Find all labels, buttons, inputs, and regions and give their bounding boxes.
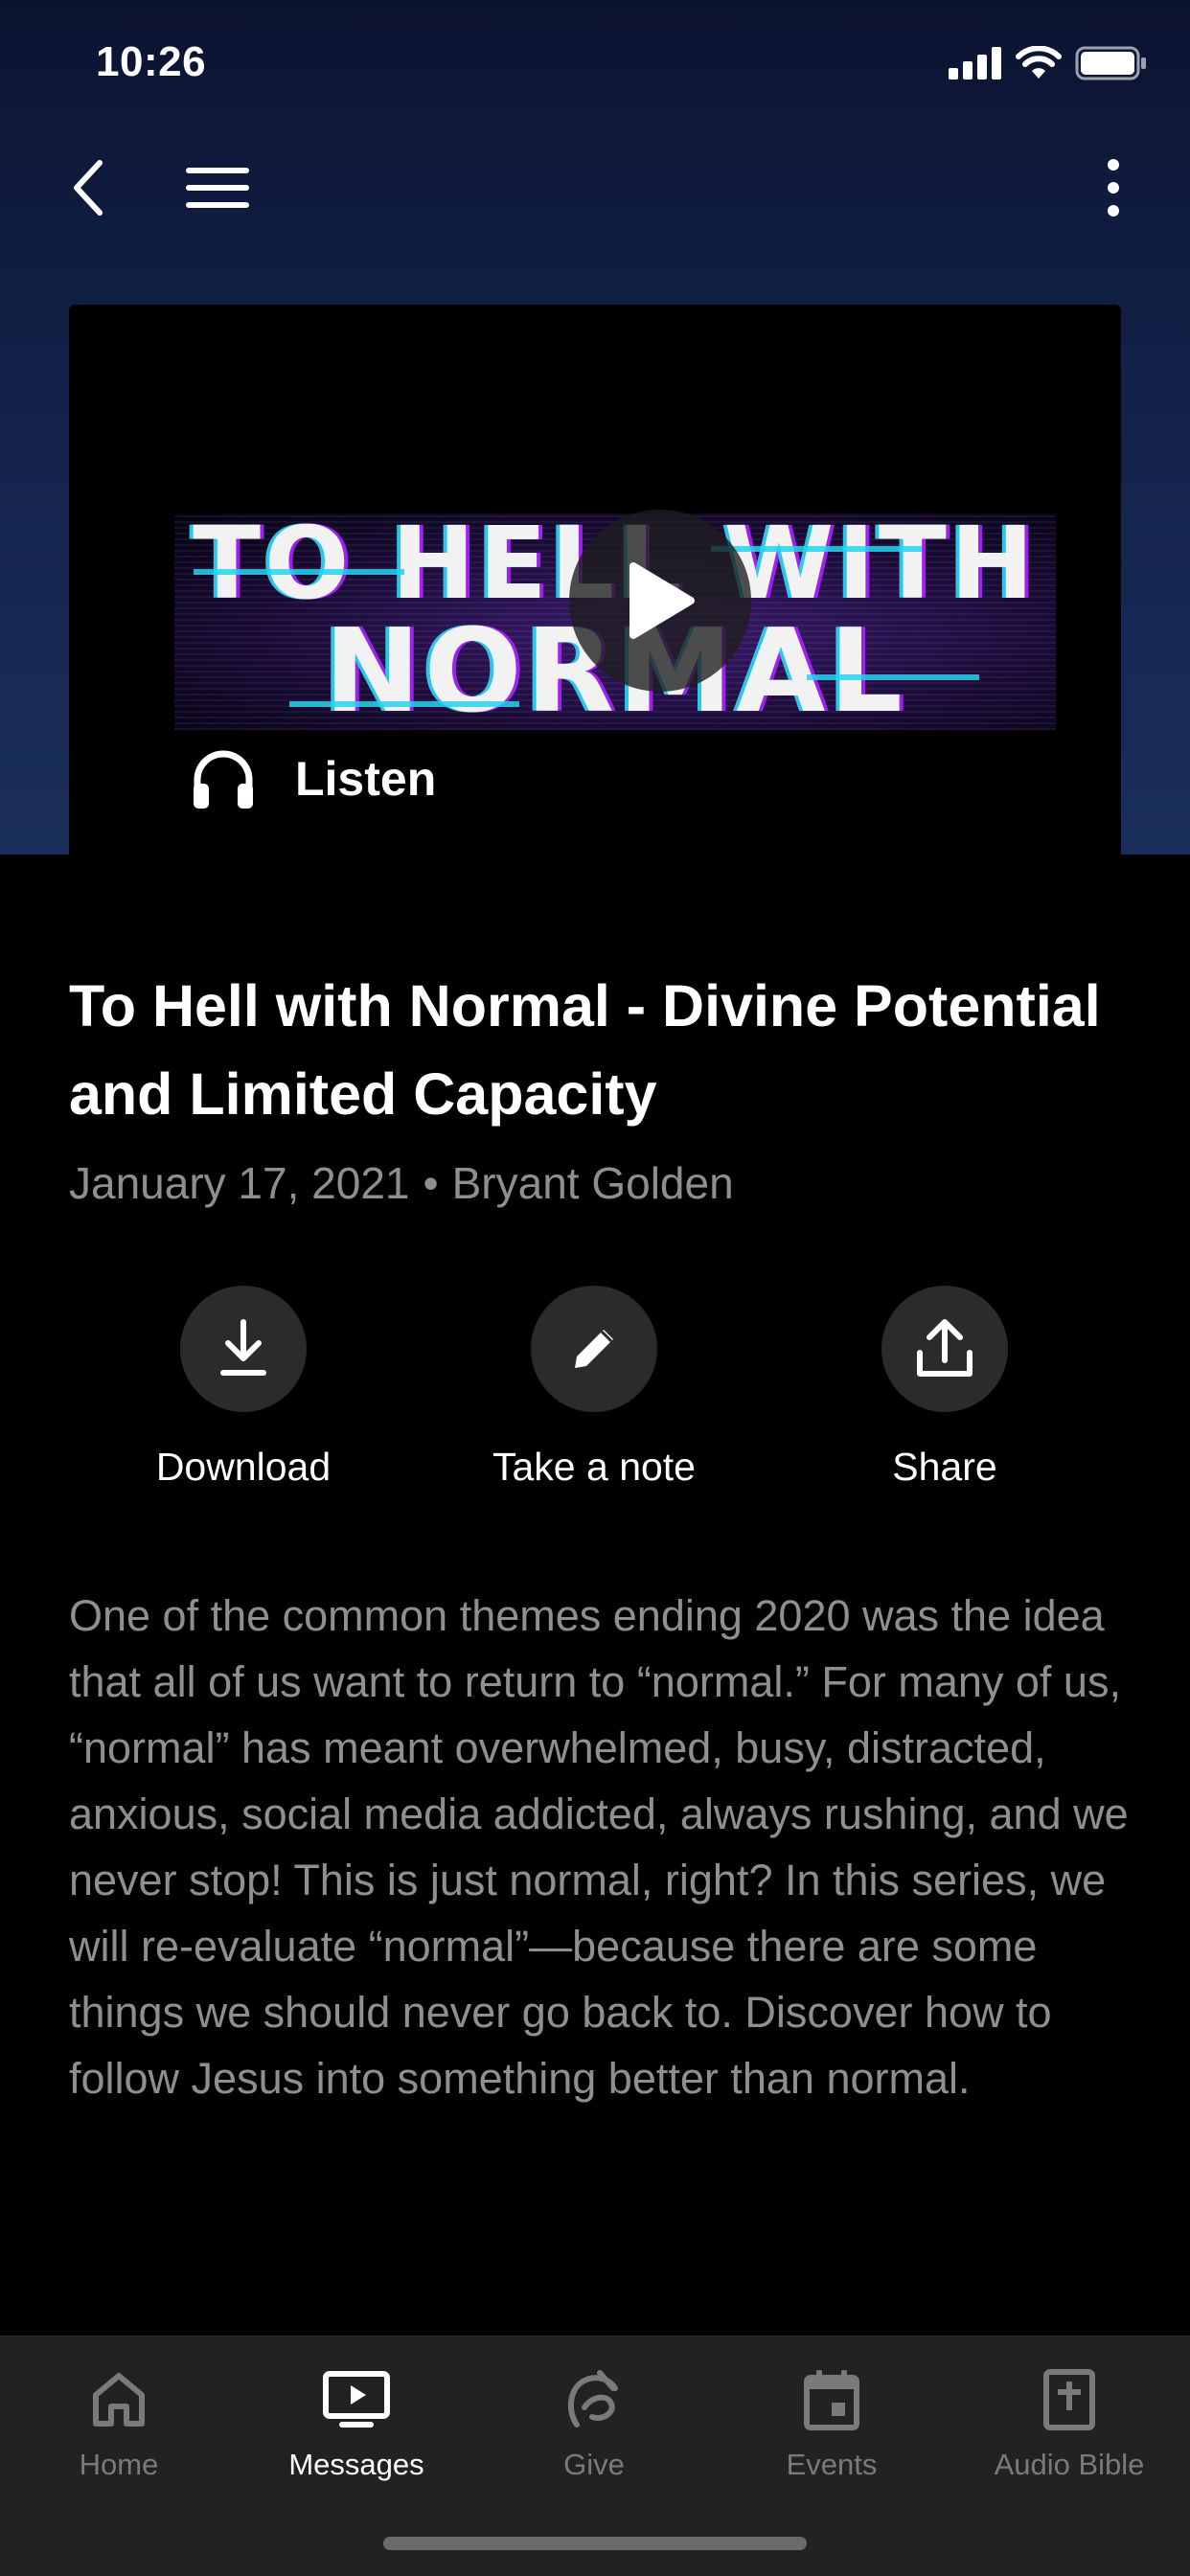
home-indicator[interactable] — [383, 2537, 807, 2550]
play-icon — [629, 562, 695, 639]
tab-messages[interactable]: Messages — [238, 2361, 475, 2482]
play-button[interactable] — [569, 510, 751, 692]
take-a-note-circle[interactable] — [531, 1286, 657, 1412]
tab-audio-bible-label: Audio Bible — [994, 2448, 1145, 2481]
listen-label: Listen — [295, 752, 437, 806]
artwork-glitch-line — [807, 674, 979, 680]
tv-play-icon — [323, 2371, 390, 2428]
share-circle[interactable] — [881, 1286, 1008, 1412]
tab-events[interactable]: Events — [713, 2361, 950, 2482]
share-icon — [917, 1319, 973, 1377]
download-button[interactable]: Download — [80, 1286, 406, 1490]
pencil-icon — [575, 1330, 613, 1368]
message-date: January 17, 2021 — [69, 1158, 410, 1208]
take-a-note-button[interactable]: Take a note — [431, 1286, 757, 1490]
take-a-note-label: Take a note — [492, 1445, 696, 1489]
listen-button[interactable]: Listen — [190, 747, 436, 810]
tab-events-label: Events — [786, 2448, 878, 2481]
media-player-card[interactable]: TO HELL WITH NORMAL Listen — [69, 305, 1121, 904]
tab-give[interactable]: Give — [475, 2361, 713, 2482]
artwork-glitch-line — [194, 569, 404, 575]
more-options-button[interactable] — [1079, 144, 1148, 232]
artwork-glitch-line — [711, 546, 922, 552]
message-description: One of the common themes ending 2020 was… — [69, 1591, 1129, 2103]
tab-home-label: Home — [79, 2448, 159, 2481]
download-circle[interactable] — [180, 1286, 307, 1412]
headphones-icon — [194, 750, 253, 809]
tab-audio-bible[interactable]: Audio Bible — [950, 2361, 1188, 2482]
chevron-left-icon — [74, 160, 103, 216]
give-icon — [567, 2370, 618, 2428]
battery-icon — [1075, 46, 1146, 80]
signal-icon — [949, 47, 1001, 80]
home-icon — [93, 2373, 145, 2427]
tab-home[interactable]: Home — [0, 2361, 238, 2482]
share-label: Share — [892, 1445, 997, 1489]
menu-button[interactable] — [174, 153, 261, 222]
bible-icon — [1043, 2369, 1095, 2430]
more-vertical-icon — [1108, 159, 1119, 217]
message-title: To Hell with Normal - Divine Potential a… — [69, 973, 1101, 1127]
share-button[interactable]: Share — [782, 1286, 1108, 1490]
tab-messages-label: Messages — [288, 2448, 424, 2481]
calendar-icon — [804, 2370, 859, 2430]
artwork-glitch-line — [289, 701, 519, 707]
tab-give-label: Give — [563, 2448, 625, 2481]
wifi-icon — [1016, 46, 1062, 79]
message-meta: January 17, 2021 • Bryant Golden — [69, 1157, 734, 1209]
meta-separator: • — [423, 1158, 439, 1208]
message-speaker: Bryant Golden — [451, 1158, 734, 1208]
hamburger-icon — [186, 168, 249, 208]
status-icons — [949, 46, 1148, 80]
status-time: 10:26 — [96, 38, 207, 85]
download-icon — [220, 1319, 266, 1376]
download-label: Download — [155, 1445, 332, 1489]
back-button[interactable] — [54, 144, 123, 232]
